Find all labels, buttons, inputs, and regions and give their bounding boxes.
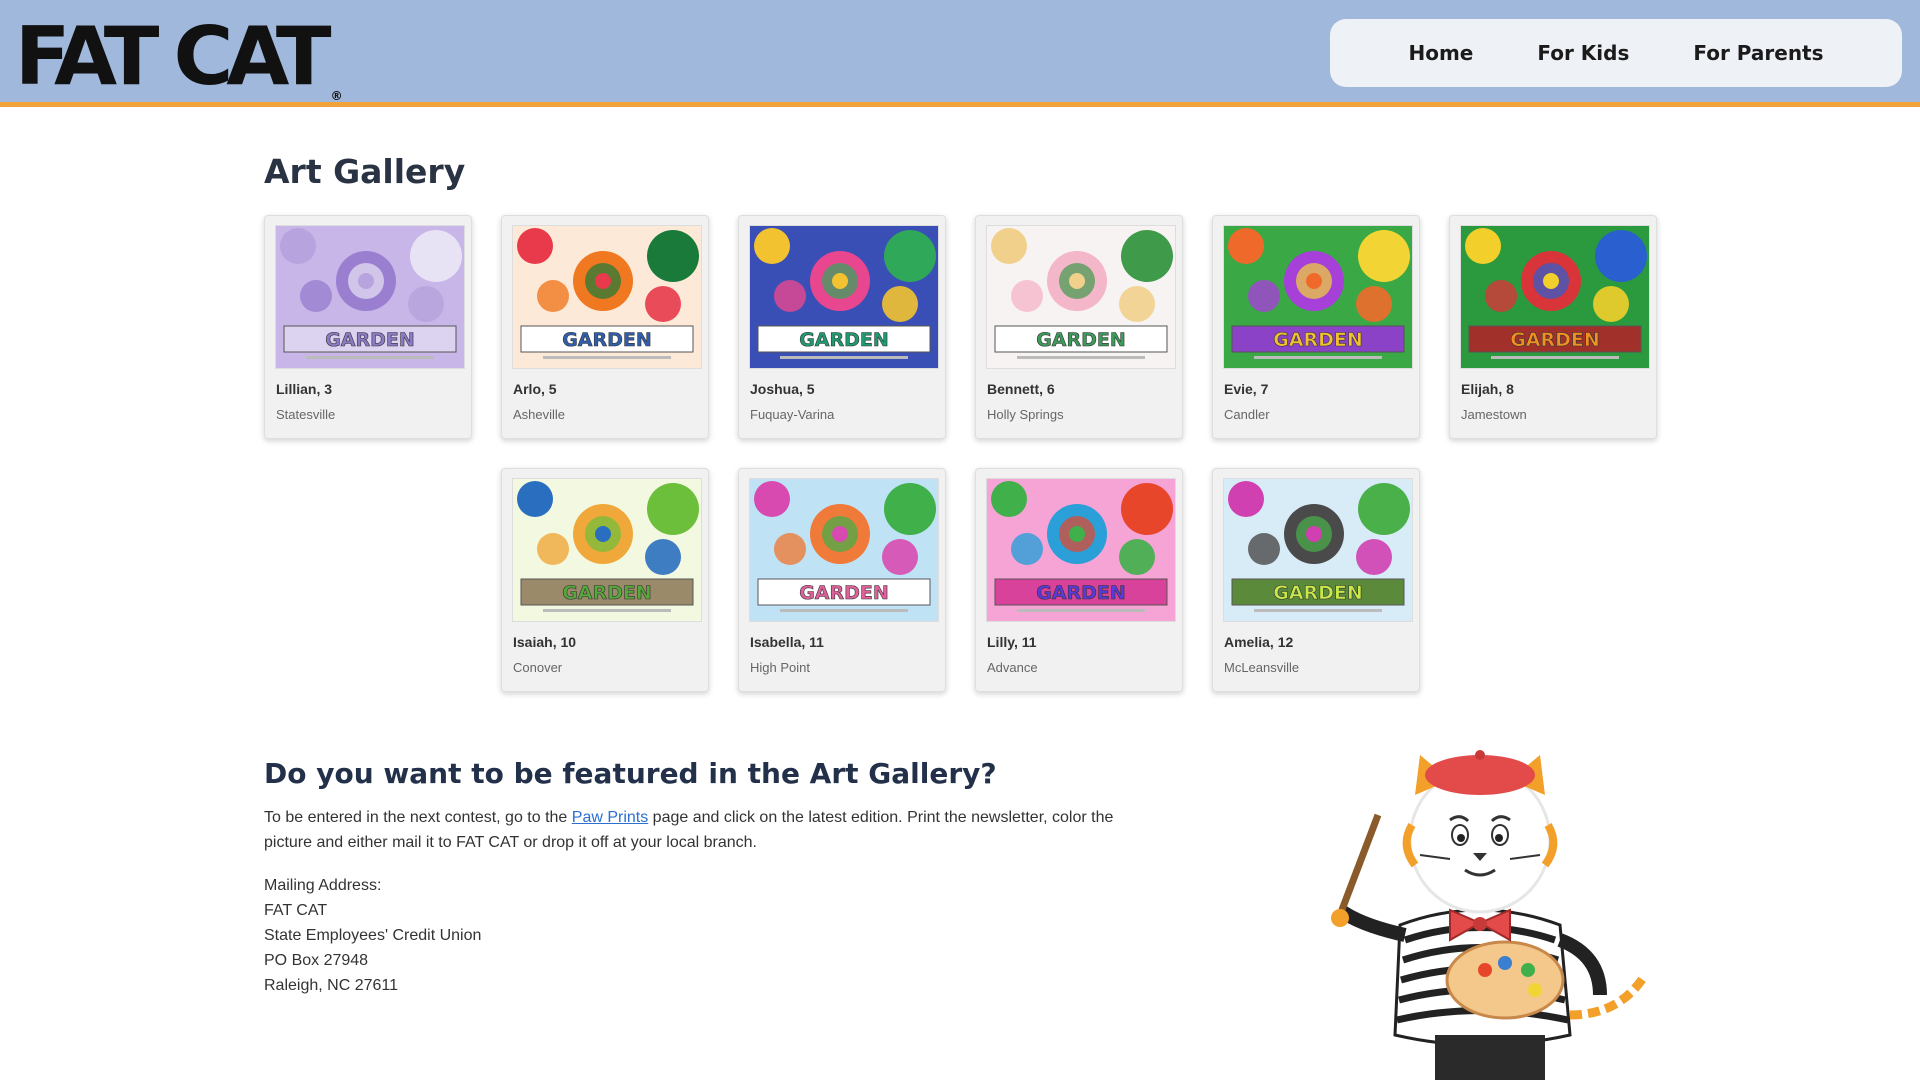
artist-city: High Point bbox=[750, 660, 810, 675]
mailing-line: PO Box 27948 bbox=[264, 952, 369, 969]
artwork-label: GARDEN bbox=[1036, 329, 1126, 351]
artist-city: McLeansville bbox=[1224, 660, 1300, 675]
artist-name: Lillian, 3 bbox=[276, 381, 333, 397]
artist-city: Fuquay-Varina bbox=[750, 407, 835, 422]
logo-text: FAT CAT bbox=[14, 10, 332, 103]
artwork-card[interactable]: GARDEN Isaiah, 10 Conover bbox=[501, 468, 709, 692]
artwork-card[interactable]: GARDEN Lillian, 3 Statesville bbox=[264, 215, 472, 439]
mailing-address: Mailing Address: FAT CAT State Employees… bbox=[264, 873, 481, 998]
artwork-card[interactable]: GARDEN Lilly, 11 Advance bbox=[975, 468, 1183, 692]
artwork-label: GARDEN bbox=[562, 582, 652, 604]
artist-city: Holly Springs bbox=[987, 407, 1064, 422]
artwork-image[interactable]: GARDEN bbox=[275, 225, 465, 369]
artwork-label: GARDEN bbox=[1036, 582, 1126, 604]
artwork-image[interactable]: GARDEN bbox=[512, 478, 702, 622]
artwork-card[interactable]: GARDEN Isabella, 11 High Point bbox=[738, 468, 946, 692]
artist-city: Conover bbox=[513, 660, 563, 675]
mailing-line: State Employees' Credit Union bbox=[264, 927, 482, 944]
artwork-image[interactable]: GARDEN bbox=[749, 478, 939, 622]
nav-home[interactable]: Home bbox=[1408, 41, 1473, 65]
artwork-card[interactable]: GARDEN Arlo, 5 Asheville bbox=[501, 215, 709, 439]
artist-city: Jamestown bbox=[1461, 407, 1527, 422]
page-title: Art Gallery bbox=[264, 152, 466, 191]
artwork-card[interactable]: GARDEN Amelia, 12 McLeansville bbox=[1212, 468, 1420, 692]
artist-city: Statesville bbox=[276, 407, 336, 422]
feature-heading: Do you want to be featured in the Art Ga… bbox=[264, 757, 997, 790]
artist-name: Bennett, 6 bbox=[987, 381, 1055, 397]
artwork-card[interactable]: GARDEN Evie, 7 Candler bbox=[1212, 215, 1420, 439]
mailing-label: Mailing Address: bbox=[264, 877, 382, 894]
artwork-label: GARDEN bbox=[799, 329, 889, 351]
fat-cat-logo[interactable]: FAT CAT ® bbox=[15, 10, 343, 103]
artwork-label: GARDEN bbox=[325, 329, 415, 351]
artwork-label: GARDEN bbox=[562, 329, 652, 351]
artist-city: Advance bbox=[987, 660, 1038, 675]
mailing-line: Raleigh, NC 27611 bbox=[264, 977, 399, 994]
artist-city: Asheville bbox=[513, 407, 566, 422]
nav-for-kids[interactable]: For Kids bbox=[1537, 41, 1629, 65]
trademark-symbol: ® bbox=[330, 89, 343, 103]
site-header: FAT CAT ® Home For Kids For Parents bbox=[0, 0, 1920, 107]
feature-text-before: To be entered in the next contest, go to… bbox=[264, 809, 572, 826]
artist-name: Arlo, 5 bbox=[513, 381, 557, 397]
artist-city: Candler bbox=[1224, 407, 1270, 422]
artwork-card[interactable]: GARDEN Elijah, 8 Jamestown bbox=[1449, 215, 1657, 439]
artist-name: Evie, 7 bbox=[1224, 381, 1269, 397]
artwork-card[interactable]: GARDEN Joshua, 5 Fuquay-Varina bbox=[738, 215, 946, 439]
artwork-image[interactable]: GARDEN bbox=[1223, 225, 1413, 369]
artwork-image[interactable]: GARDEN bbox=[986, 225, 1176, 369]
main-nav: Home For Kids For Parents bbox=[1330, 19, 1902, 87]
artwork-card[interactable]: GARDEN Bennett, 6 Holly Springs bbox=[975, 215, 1183, 439]
nav-for-parents[interactable]: For Parents bbox=[1693, 41, 1823, 65]
artwork-image[interactable]: GARDEN bbox=[512, 225, 702, 369]
artist-name: Amelia, 12 bbox=[1224, 634, 1294, 650]
artwork-image[interactable]: GARDEN bbox=[986, 478, 1176, 622]
mailing-line: FAT CAT bbox=[264, 902, 328, 919]
artist-name: Isaiah, 10 bbox=[513, 634, 577, 650]
paw-prints-link[interactable]: Paw Prints bbox=[572, 809, 648, 826]
artwork-label: GARDEN bbox=[1273, 582, 1363, 604]
artwork-image[interactable]: GARDEN bbox=[1460, 225, 1650, 369]
artwork-label: GARDEN bbox=[1273, 329, 1363, 351]
artwork-label: GARDEN bbox=[799, 582, 889, 604]
artist-name: Lilly, 11 bbox=[987, 634, 1037, 650]
fat-cat-painter-mascot bbox=[1300, 735, 1660, 1085]
feature-instructions: To be entered in the next contest, go to… bbox=[264, 805, 1164, 855]
artwork-image[interactable]: GARDEN bbox=[749, 225, 939, 369]
artist-name: Joshua, 5 bbox=[750, 381, 815, 397]
artwork-image[interactable]: GARDEN bbox=[1223, 478, 1413, 622]
artist-name: Elijah, 8 bbox=[1461, 381, 1514, 397]
artwork-label: GARDEN bbox=[1510, 329, 1600, 351]
artist-name: Isabella, 11 bbox=[750, 634, 824, 650]
